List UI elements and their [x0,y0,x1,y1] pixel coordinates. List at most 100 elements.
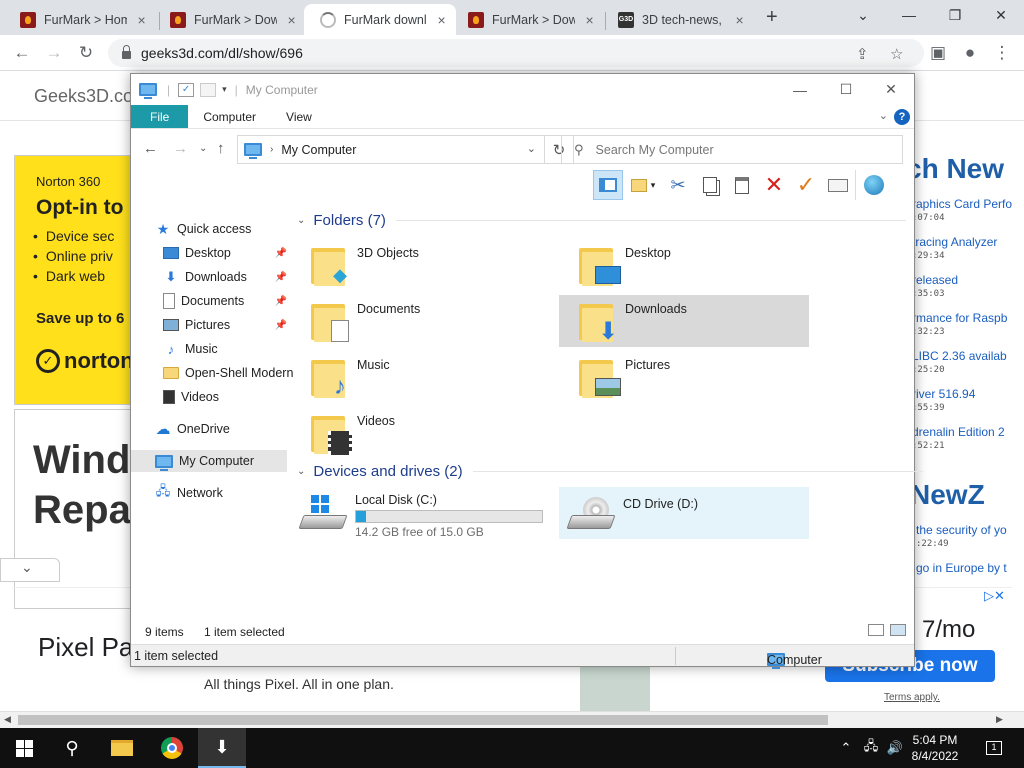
tree-item-pictures[interactable]: Pictures 📌 [163,314,287,336]
help-icon[interactable]: ? [894,109,910,125]
copy-icon[interactable] [695,170,725,200]
navigation-pane-toggle-icon[interactable] [593,170,623,200]
rename-check-icon[interactable]: ✓ [791,170,821,200]
delete-x-icon[interactable]: ✕ [759,170,789,200]
news-item[interactable]: LIBC 2.36 availab:25:20 [912,349,1007,375]
tree-item-downloads[interactable]: ⬇ Downloads 📌 [163,266,287,288]
window-restore-icon[interactable]: ❐ [932,0,978,30]
forward-arrow-icon[interactable]: → [173,140,188,157]
norton-ad[interactable]: Norton 360 Opt-in to Device sec Online p… [14,155,136,405]
tab-file[interactable]: File [131,105,189,128]
collapse-chevron-icon[interactable]: ⌄ [297,466,305,477]
browser-tab-active[interactable]: FurMark downl × [304,4,456,35]
news-item[interactable]: rmance for Raspb:32:23 [912,311,1007,337]
folder-item[interactable]: Pictures [559,351,809,403]
browser-tab[interactable]: FurMark > Dow × [154,4,306,35]
window-minimize-icon[interactable]: — [886,0,932,30]
cut-scissors-icon[interactable]: ✂ [663,170,693,200]
chrome-taskbar-icon[interactable] [148,728,196,768]
folder-item-selected[interactable]: ⬇ Downloads [559,295,809,347]
address-dropdown-chevron-icon[interactable]: ⌄ [527,142,536,155]
explorer-close-icon[interactable]: ✕ [868,74,914,105]
tree-item-onedrive[interactable]: ☁ OneDrive [155,418,230,440]
tree-item-music[interactable]: ♪ Music [163,338,218,360]
drive-item-c[interactable]: Local Disk (C:) 14.2 GB free of 15.0 GB [291,487,543,539]
browser-tab[interactable]: G3D 3D tech-news, g × [602,4,754,35]
scroll-left-arrow-icon[interactable]: ◀ [4,714,11,725]
news-item[interactable]: the security of yo:22:49 [916,523,1007,549]
recent-locations-chevron-icon[interactable]: ⌄ [199,143,207,154]
drive-item-d[interactable]: CD Drive (D:) [559,487,809,539]
tree-item-network[interactable]: 🖧 Network [155,482,223,504]
tab-close-icon[interactable]: × [733,12,746,28]
news-item[interactable]: go in Europe by t [916,561,1007,575]
folder-item[interactable]: ◆ 3D Objects [291,239,541,291]
network-tray-icon[interactable]: 🖧 [860,728,882,768]
show-hidden-icons-chevron-icon[interactable]: ⌃ [836,728,856,768]
tab-computer[interactable]: Computer [188,105,271,128]
breadcrumb-separator-icon[interactable]: › [270,144,273,155]
tree-item-quick-access[interactable]: ★ Quick access [155,218,285,240]
browser-tab[interactable]: FurMark > Dow × [452,4,604,35]
properties-card-icon[interactable] [823,170,853,200]
tab-close-icon[interactable]: × [435,12,448,28]
quick-access-dropdown-icon[interactable]: ▾ [222,84,227,95]
file-explorer-taskbar-icon[interactable] [98,728,146,768]
back-arrow-icon[interactable]: ← [143,140,158,157]
address-bar[interactable]: › My Computer ⌄ [237,135,545,164]
tab-close-icon[interactable]: × [135,12,148,28]
browser-tab[interactable]: FurMark > Hom × [4,4,156,35]
folder-item[interactable]: Desktop [559,239,809,291]
new-folder-icon[interactable] [200,82,217,97]
folder-item[interactable]: ♪ Music [291,351,541,403]
folder-item[interactable]: Documents [291,295,541,347]
downloads-taskbar-icon[interactable]: ⬇ [198,728,246,768]
start-windows-icon[interactable] [0,728,48,768]
news-item[interactable]: tracing Analyzer:29:34 [912,235,997,261]
new-tab-plus-icon[interactable]: + [766,6,778,29]
reload-icon[interactable]: ↻ [74,41,98,65]
ribbon-expand-chevron-icon[interactable]: ⌄ [879,109,888,122]
tab-view[interactable]: View [271,105,327,128]
bookmark-star-icon[interactable]: ☆ [890,45,903,63]
news-item[interactable]: drenalin Edition 2:52:21 [912,425,1005,451]
scroll-right-arrow-icon[interactable]: ▶ [996,714,1003,725]
globe-icon[interactable] [855,170,891,200]
tab-close-icon[interactable]: × [583,12,596,28]
profile-avatar-icon[interactable]: ● [958,41,982,65]
adchoices-icon[interactable]: ▷✕ [984,588,1005,604]
drives-group-header[interactable]: ⌄ Devices and drives (2) [297,463,923,480]
paste-clipboard-icon[interactable] [727,170,757,200]
breadcrumb-my-computer[interactable]: My Computer [281,143,356,157]
notification-center-icon[interactable]: 1 [980,728,1008,768]
new-folder-dropdown-icon[interactable]: ▾ [625,170,661,200]
forward-arrow-icon[interactable]: → [42,41,66,65]
properties-check-icon[interactable]: ✓ [178,82,195,97]
tree-item-documents[interactable]: Documents 📌 [163,290,287,312]
side-panel-icon[interactable]: ▣ [926,41,950,65]
tree-item-videos[interactable]: Videos [163,386,219,408]
news-item[interactable]: released:35:03 [912,273,958,299]
terms-link[interactable]: Terms apply. [884,692,940,703]
collapse-chevron-icon[interactable]: ⌄ [297,215,305,226]
ad-collapse-chevron-icon[interactable]: ⌄ [0,558,60,582]
horizontal-scrollbar[interactable]: ◀ ▶ [0,711,1024,728]
tree-item-open-shell[interactable]: Open-Shell Modern [163,362,293,384]
explorer-minimize-icon[interactable]: — [777,74,823,105]
url-omnibox[interactable]: geeks3d.com/dl/show/696 ⇪ ☆ [108,39,924,67]
site-logo[interactable]: Geeks3D.co [34,86,133,107]
news-item[interactable]: raphics Card Perfo:07:04 [912,197,1012,223]
up-arrow-icon[interactable]: ↑ [217,140,225,157]
back-arrow-icon[interactable]: ← [10,41,34,65]
volume-icon[interactable]: 🔊 [884,728,906,768]
search-input[interactable]: ⚲ Search My Computer [561,135,903,164]
explorer-maximize-icon[interactable]: ☐ [823,74,869,105]
details-view-icon[interactable] [868,624,884,636]
system-clock[interactable]: 5:04 PM 8/4/2022 [904,732,966,764]
tree-item-desktop[interactable]: Desktop 📌 [163,242,287,264]
window-close-icon[interactable]: ✕ [978,0,1024,30]
large-icons-view-icon[interactable] [890,624,906,636]
tab-close-icon[interactable]: × [285,12,298,28]
folders-group-header[interactable]: ⌄ Folders (7) [297,212,906,229]
chrome-menu-icon[interactable]: ⋮ [990,41,1014,65]
